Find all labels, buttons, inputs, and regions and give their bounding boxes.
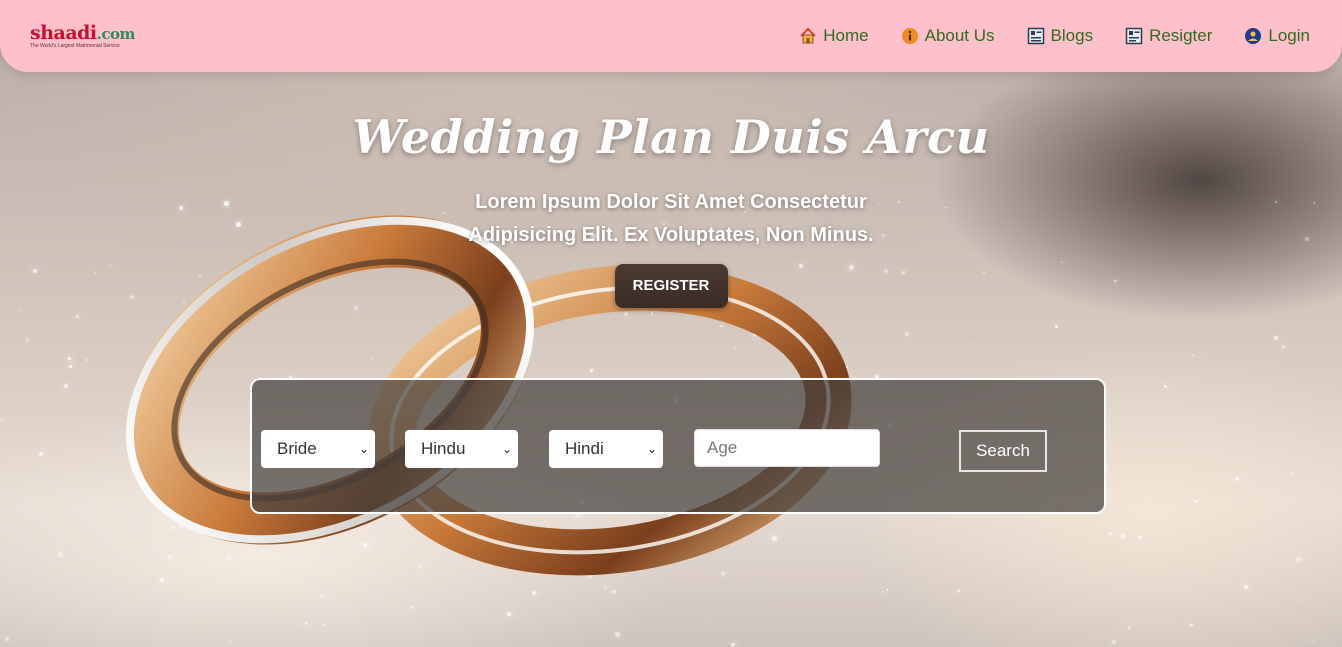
brand-suffix: .com	[96, 24, 136, 43]
nav-login-label: Login	[1268, 26, 1310, 45]
chevron-down-icon: ⌄	[501, 442, 512, 456]
nav-login[interactable]: Login	[1244, 26, 1310, 46]
nav-home-label: Home	[823, 26, 869, 45]
register-icon	[1125, 27, 1143, 45]
chevron-down-icon: ⌄	[358, 442, 369, 456]
nav-register[interactable]: Resigter	[1125, 26, 1212, 46]
looking-for-value: Bride	[277, 439, 317, 458]
search-panel: Bride ⌄ Hindu ⌄ Hindi ⌄ Search	[250, 378, 1106, 514]
wedding-rings-image	[125, 215, 852, 576]
nav-home[interactable]: Home	[799, 26, 869, 46]
nav-about-label: About Us	[924, 26, 995, 45]
language-value: Hindi	[565, 439, 604, 458]
info-icon	[901, 28, 918, 44]
register-button[interactable]: REGISTER	[614, 264, 728, 308]
login-icon	[1245, 28, 1262, 44]
hero-section: Wedding Plan Duis Arcu Lorem Ipsum Dolor…	[0, 110, 1342, 308]
hero-subtitle: Lorem Ipsum Dolor Sit Amet Consectetur A…	[468, 191, 874, 246]
age-input[interactable]	[694, 429, 880, 467]
religion-value: Hindu	[421, 439, 466, 458]
brand-logo[interactable]: shaadi.com The World's Largest Matrimoni…	[30, 21, 136, 49]
religion-select[interactable]: Hindu ⌄	[405, 430, 518, 468]
chevron-down-icon: ⌄	[646, 442, 657, 456]
nav-blogs-label: Blogs	[1050, 26, 1094, 45]
language-select[interactable]: Hindi ⌄	[549, 430, 663, 468]
hero-title: Wedding Plan Duis Arcu	[352, 110, 990, 164]
blog-icon	[1027, 27, 1044, 45]
brand-name: shaadi	[30, 21, 97, 44]
nav-blogs[interactable]: Blogs	[1027, 26, 1094, 46]
top-navbar: shaadi.com The World's Largest Matrimoni…	[0, 0, 1342, 72]
search-button[interactable]: Search	[959, 430, 1047, 472]
nav-register-label: Resigter	[1149, 26, 1213, 45]
nav-about[interactable]: About Us	[901, 26, 995, 46]
main-nav: Home About Us Blogs Resigter Login	[799, 26, 1310, 46]
looking-for-select[interactable]: Bride ⌄	[261, 430, 375, 468]
home-icon	[800, 27, 816, 44]
brand-tagline: The World's Largest Matrimonial Service	[30, 42, 120, 49]
